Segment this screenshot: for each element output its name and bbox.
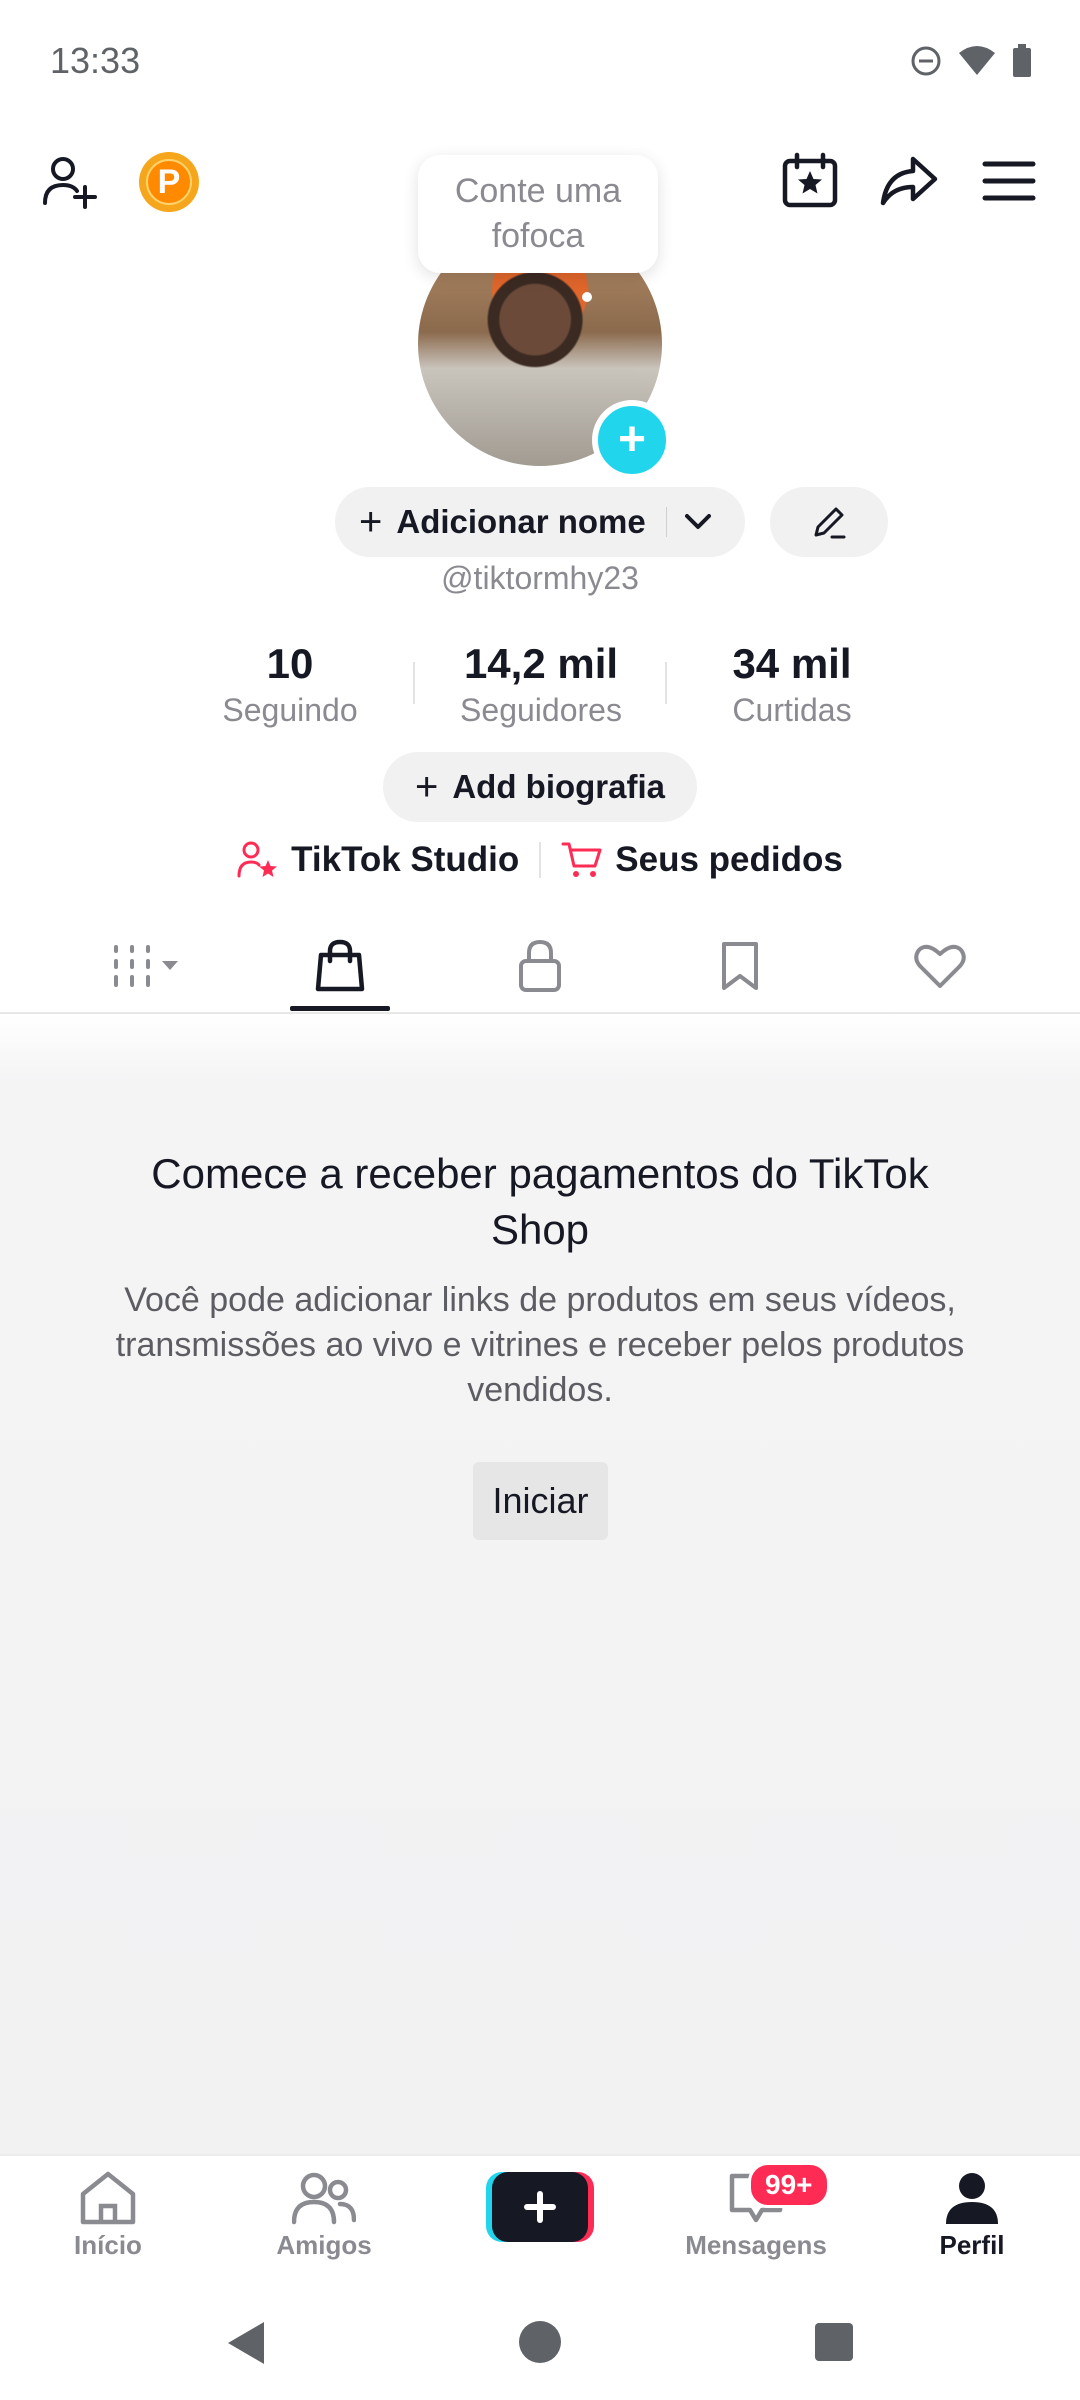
nav-home-label: Início [74, 2230, 142, 2260]
nav-profile-label: Perfil [939, 2230, 1005, 2260]
coins-button[interactable]: P [139, 152, 199, 212]
add-friend-button[interactable] [34, 146, 104, 216]
start-button[interactable]: Iniciar [473, 1462, 608, 1540]
friends-icon [292, 2172, 356, 2225]
create-button[interactable] [486, 2172, 594, 2242]
stat-divider [413, 662, 415, 704]
empty-state-desc-line2: transmissões ao vivo e vitrines e recebe… [115, 1326, 965, 1364]
shopping-bag-icon [315, 939, 365, 992]
links-divider [539, 842, 542, 878]
divider [665, 507, 667, 537]
note-bubble-text-line2: fofoca [491, 217, 585, 255]
share-arrow-icon [880, 156, 938, 206]
add-story-button[interactable]: + [592, 400, 672, 480]
likes-stat[interactable]: 34 mil Curtidas [682, 640, 902, 729]
tab-videos[interactable] [48, 920, 248, 1012]
tiktok-studio-link[interactable]: TikTok Studio [237, 840, 519, 880]
share-profile-button[interactable] [874, 146, 944, 216]
likes-count: 34 mil [732, 640, 852, 687]
note-bubble-text-line1: Conte uma [454, 172, 622, 210]
nav-home[interactable]: Início [18, 2170, 198, 2261]
menu-button[interactable] [974, 146, 1044, 216]
empty-state-desc-line1: Você pode adicionar links de produtos em… [124, 1281, 956, 1319]
home-icon [80, 2171, 136, 2225]
heart-icon [914, 944, 966, 988]
profile-icon [946, 2173, 998, 2224]
profile-tabs [0, 920, 1080, 1014]
wifi-icon [959, 46, 995, 75]
tab-shop[interactable] [240, 920, 440, 1012]
stat-divider [665, 662, 667, 704]
likes-label: Curtidas [732, 692, 852, 728]
do-not-disturb-icon [911, 46, 941, 76]
following-count: 10 [266, 640, 314, 687]
your-orders-link[interactable]: Seus pedidos [561, 840, 843, 880]
status-time: 13:33 [50, 40, 141, 81]
profile-links: TikTok Studio Seus pedidos [0, 840, 1080, 880]
battery-icon [1013, 44, 1031, 77]
system-navigation-bar [0, 2290, 1080, 2400]
followers-stat[interactable]: 14,2 mil Seguidores [431, 640, 651, 729]
followers-label: Seguidores [460, 692, 622, 728]
add-name-label: Adicionar nome [396, 503, 646, 540]
inbox-badge: 99+ [748, 2162, 830, 2208]
followers-count: 14,2 mil [463, 640, 619, 687]
grid-dropdown-icon [114, 945, 178, 987]
following-stat[interactable]: 10 Seguindo [180, 640, 400, 729]
coin-icon: P [139, 152, 199, 212]
tab-liked[interactable] [840, 920, 1040, 1012]
recents-icon[interactable] [814, 2322, 854, 2362]
bookmark-icon [722, 942, 758, 990]
note-bubble[interactable]: Conte uma fofoca [418, 155, 658, 273]
active-tab-indicator [290, 1006, 390, 1011]
empty-state-desc-line3: vendidos. [467, 1371, 613, 1409]
tab-saved[interactable] [640, 920, 840, 1012]
empty-state-title: Comece a receber pagamentos do TikTok Sh… [80, 1146, 1000, 1258]
plus-icon: + [617, 413, 647, 466]
add-name-button[interactable]: + Adicionar nome [335, 487, 745, 557]
bubble-dot [582, 292, 592, 302]
back-icon[interactable] [224, 2320, 268, 2366]
home-circle-icon[interactable] [518, 2320, 562, 2364]
user-star-icon [237, 841, 278, 878]
following-label: Seguindo [222, 692, 358, 728]
nav-inbox-label: Mensagens [685, 2230, 827, 2260]
nav-friends[interactable]: Amigos [234, 2170, 414, 2261]
empty-state-description: Você pode adicionar links de produtos em… [80, 1278, 1000, 1413]
add-bio-button[interactable]: + Add biografia [383, 752, 697, 822]
plus-icon: + [359, 499, 383, 544]
plus-icon: + [414, 764, 439, 809]
creator-calendar-button[interactable] [775, 146, 845, 216]
add-bio-label: Add biografia [452, 768, 666, 805]
tiktok-studio-label: TikTok Studio [291, 840, 520, 879]
pencil-icon [814, 507, 846, 539]
chevron-down-icon[interactable] [683, 512, 713, 532]
status-icons [910, 44, 1032, 78]
calendar-star-icon [782, 152, 838, 208]
lock-icon [519, 939, 561, 992]
nav-profile[interactable]: Perfil [882, 2170, 1062, 2261]
add-user-icon [43, 157, 97, 209]
edit-profile-button[interactable] [770, 487, 888, 557]
empty-state-title-line1: Comece a receber pagamentos do TikTok [151, 1150, 929, 1197]
nav-friends-label: Amigos [276, 2230, 372, 2260]
username-handle: @tiktormhy23 [441, 560, 639, 596]
cart-icon [561, 842, 602, 877]
tab-private[interactable] [440, 920, 640, 1012]
empty-state-title-line2: Shop [490, 1206, 590, 1253]
hamburger-menu-icon [982, 161, 1036, 201]
your-orders-label: Seus pedidos [615, 840, 843, 879]
